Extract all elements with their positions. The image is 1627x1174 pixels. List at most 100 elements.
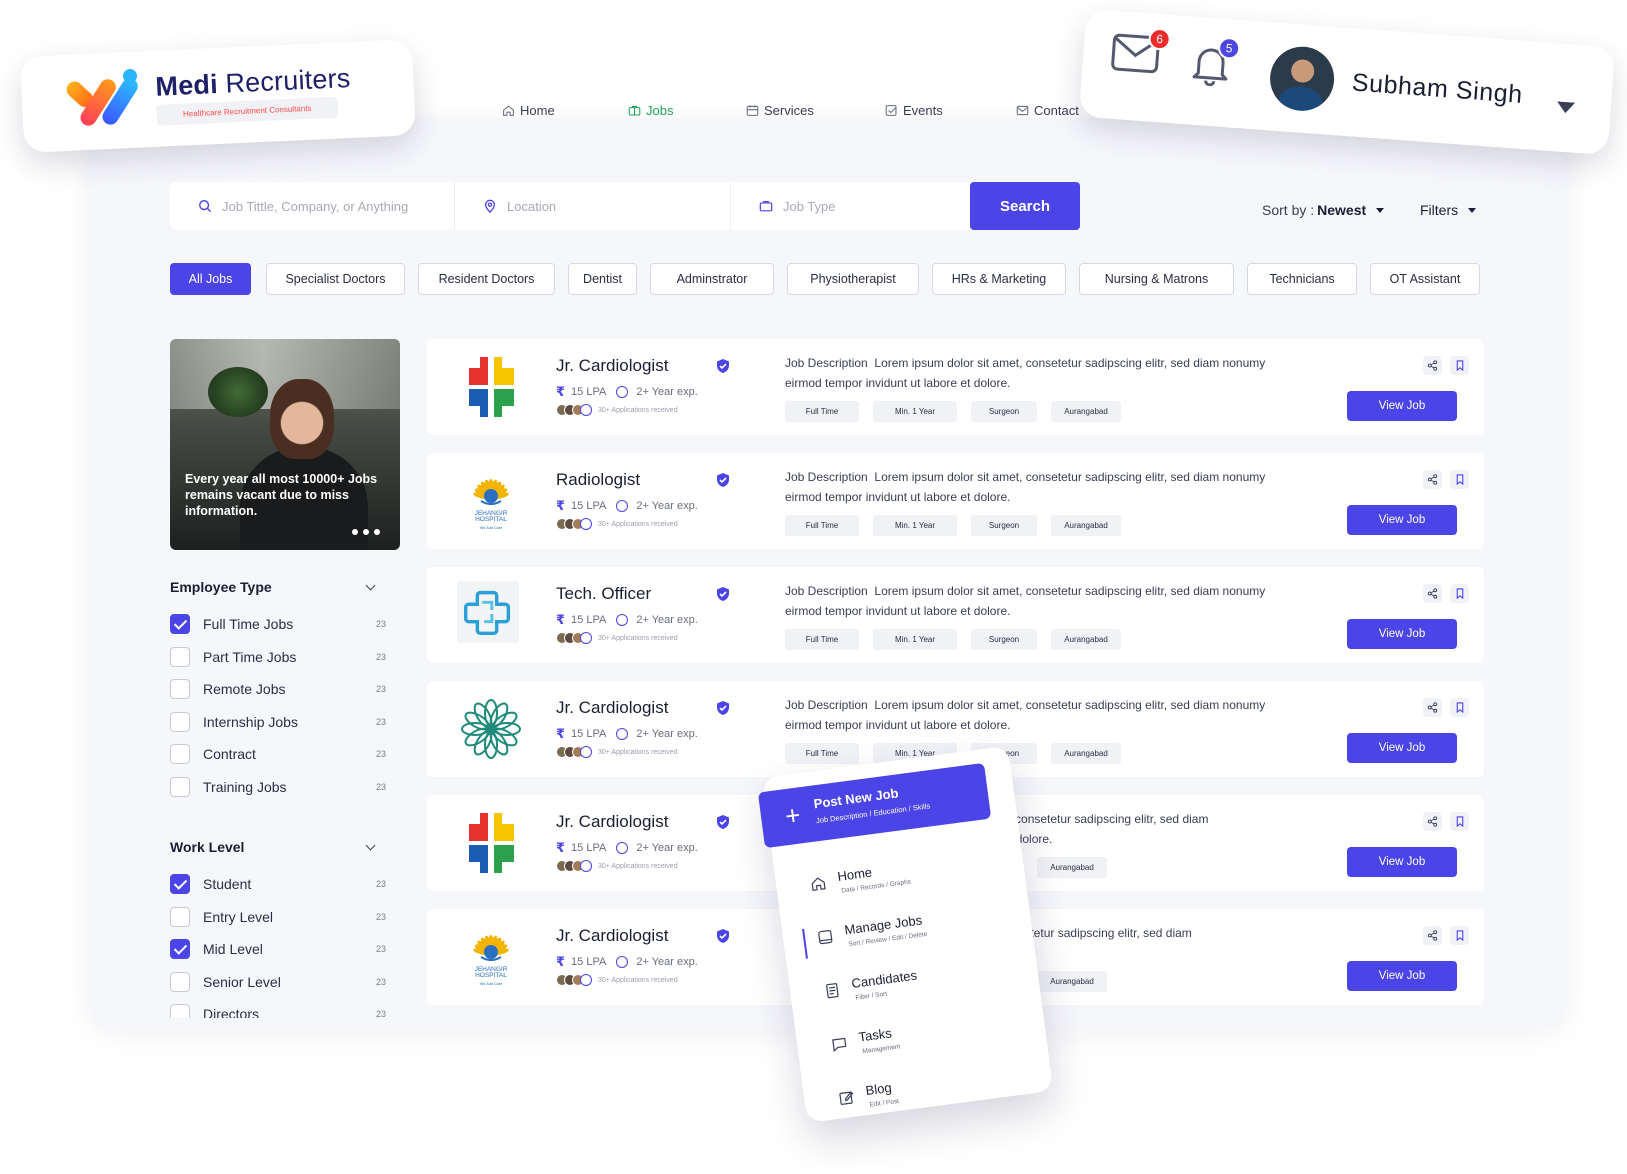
menu-item[interactable]: Manage Jobs Sort / Review / Edit / Delete xyxy=(844,912,928,948)
sort-dropdown[interactable]: Sort by : Newest xyxy=(1262,202,1385,218)
work-level-option[interactable]: Senior Level 23 xyxy=(170,971,390,992)
employee-type-option[interactable]: Full Time Jobs 23 xyxy=(170,614,390,634)
option-label: Part Time Jobs xyxy=(203,648,297,665)
view-job-button[interactable]: View Job xyxy=(1347,847,1457,877)
job-title[interactable]: Jr. Cardiologist xyxy=(556,812,668,832)
svg-text:HOSPITAL: HOSPITAL xyxy=(475,972,507,979)
option-label: Full Time Jobs xyxy=(203,616,294,632)
location-input[interactable]: Location xyxy=(507,199,556,214)
job-title[interactable]: Jr. Cardiologist xyxy=(556,356,668,376)
bookmark-icon[interactable] xyxy=(1450,698,1469,717)
search-button[interactable]: Search xyxy=(970,182,1080,230)
nav-events[interactable]: Events xyxy=(885,103,943,118)
chat-icon xyxy=(832,1037,847,1053)
share-icon[interactable] xyxy=(1423,812,1442,831)
nav-services[interactable]: Services xyxy=(746,103,814,118)
checkbox[interactable] xyxy=(170,776,190,797)
employee-type-option[interactable]: Remote Jobs 23 xyxy=(170,679,390,699)
job-actions xyxy=(1415,584,1469,603)
employee-type-option[interactable]: Training Jobs 23 xyxy=(170,776,390,797)
nav-home[interactable]: Home xyxy=(502,103,555,118)
job-tag: Aurangabad xyxy=(1037,857,1107,878)
view-job-button[interactable]: View Job xyxy=(1347,619,1457,649)
job-type-input[interactable]: Job Type xyxy=(783,199,836,214)
chip-ot-assistant[interactable]: OT Assistant xyxy=(1370,263,1480,295)
checkbox[interactable] xyxy=(170,939,190,959)
work-level-option[interactable]: Directors 23 xyxy=(170,1004,390,1018)
checkbox[interactable] xyxy=(170,744,190,764)
employee-type-option[interactable]: Internship Jobs 23 xyxy=(170,711,390,732)
option-count: 23 xyxy=(375,619,386,629)
keyword-search-field[interactable]: Job Tittle, Company, or Anything xyxy=(170,182,455,230)
bookmark-icon[interactable] xyxy=(1450,356,1469,375)
chip-dentist[interactable]: Dentist xyxy=(568,263,637,295)
work-level-option[interactable]: Student 23 xyxy=(170,874,390,894)
menu-item[interactable]: Blog Edit / Post xyxy=(865,1079,900,1109)
chip-all-jobs[interactable]: All Jobs xyxy=(170,263,251,295)
share-icon[interactable] xyxy=(1423,926,1442,945)
chip-hrs-marketing[interactable]: HRs & Marketing xyxy=(932,263,1066,295)
menu-item[interactable]: Candidates Filter / Sort xyxy=(851,968,920,1002)
chip-resident-doctors[interactable]: Resident Doctors xyxy=(418,263,555,295)
employee-type-header[interactable]: Employee Type xyxy=(170,579,390,595)
checkbox[interactable] xyxy=(170,874,190,894)
job-title[interactable]: Jr. Cardiologist xyxy=(556,926,668,946)
job-title[interactable]: Radiologist xyxy=(556,470,640,490)
view-job-button[interactable]: View Job xyxy=(1347,505,1457,535)
checkbox[interactable] xyxy=(170,614,190,634)
share-icon[interactable] xyxy=(1423,356,1442,375)
employee-type-option[interactable]: Part Time Jobs 23 xyxy=(170,646,390,667)
checkbox[interactable] xyxy=(170,906,190,927)
work-level-option[interactable]: Mid Level 23 xyxy=(170,939,390,959)
job-card[interactable]: Tech. Officer ₹15 LPA 2+ Year exp. 30+ Appl… xyxy=(427,567,1484,663)
job-card[interactable]: JEHANGIR HOSPITAL We Add Care Radiologist ₹1… xyxy=(427,453,1484,549)
share-icon[interactable] xyxy=(1423,698,1442,717)
bookmark-icon[interactable] xyxy=(1450,470,1469,489)
job-card[interactable]: Jr. Cardiologist ₹15 LPA 2+ Year exp. 30+ A… xyxy=(427,339,1484,435)
employee-type-option[interactable]: Contract 23 xyxy=(170,744,390,764)
checkbox[interactable] xyxy=(170,711,190,732)
job-type-field[interactable]: Job Type xyxy=(731,182,970,230)
checkbox[interactable] xyxy=(170,971,190,992)
filters-dropdown[interactable]: Filters xyxy=(1420,202,1477,218)
menu-item[interactable]: Tasks Management xyxy=(858,1024,901,1055)
view-job-button[interactable]: View Job xyxy=(1347,391,1457,421)
share-icon[interactable] xyxy=(1423,584,1442,603)
share-icon[interactable] xyxy=(1423,470,1442,489)
sort-value: Newest xyxy=(1317,202,1367,218)
bookmark-icon[interactable] xyxy=(1450,926,1469,945)
job-title[interactable]: Jr. Cardiologist xyxy=(556,698,668,718)
work-level-title: Work Level xyxy=(170,839,245,855)
checkbox[interactable] xyxy=(170,1004,190,1018)
checkbox[interactable] xyxy=(170,646,190,667)
work-level-header[interactable]: Work Level xyxy=(170,839,390,855)
user-menu-caret-icon[interactable] xyxy=(1556,101,1576,114)
bookmark-icon[interactable] xyxy=(1450,584,1469,603)
applicants: 30+ Applications received xyxy=(556,974,678,986)
job-title[interactable]: Tech. Officer xyxy=(556,584,651,604)
chip-nursing-matrons[interactable]: Nursing & Matrons xyxy=(1079,263,1234,295)
view-job-button[interactable]: View Job xyxy=(1347,961,1457,991)
clock-icon xyxy=(616,842,629,854)
work-level-option[interactable]: Entry Level 23 xyxy=(170,906,390,927)
checkbox[interactable] xyxy=(170,679,190,699)
job-tags: Full Time Min. 1 Year Surgeon Aurangabad xyxy=(785,629,1135,650)
user-avatar[interactable] xyxy=(1267,44,1337,113)
nav-contact-label: Contact xyxy=(1034,103,1079,118)
chip-adminstrator[interactable]: Adminstrator xyxy=(650,263,774,295)
promo-banner[interactable]: Every year all most 10000+ Jobs remains … xyxy=(170,339,400,550)
chip-technicians[interactable]: Technicians xyxy=(1247,263,1357,295)
promo-carousel-dots[interactable] xyxy=(352,529,385,535)
location-field[interactable]: Location xyxy=(455,182,731,230)
view-job-button[interactable]: View Job xyxy=(1347,733,1457,763)
option-label: Entry Level xyxy=(203,908,274,925)
nav-contact[interactable]: Contact xyxy=(1016,103,1079,118)
post-new-job-button[interactable]: + Post New Job Job Description / Educati… xyxy=(757,762,992,849)
brand-card[interactable]: Medi Recruiters Healthcare Recruitment C… xyxy=(20,39,416,153)
keyword-search-input[interactable]: Job Tittle, Company, or Anything xyxy=(222,199,408,214)
chip-specialist-doctors[interactable]: Specialist Doctors xyxy=(266,263,405,295)
bookmark-icon[interactable] xyxy=(1450,812,1469,831)
nav-jobs[interactable]: Jobs xyxy=(628,103,673,118)
chip-physiotherapist[interactable]: Physiotherapist xyxy=(787,263,919,295)
menu-item[interactable]: Home Data / Records / Graphs xyxy=(837,860,912,895)
